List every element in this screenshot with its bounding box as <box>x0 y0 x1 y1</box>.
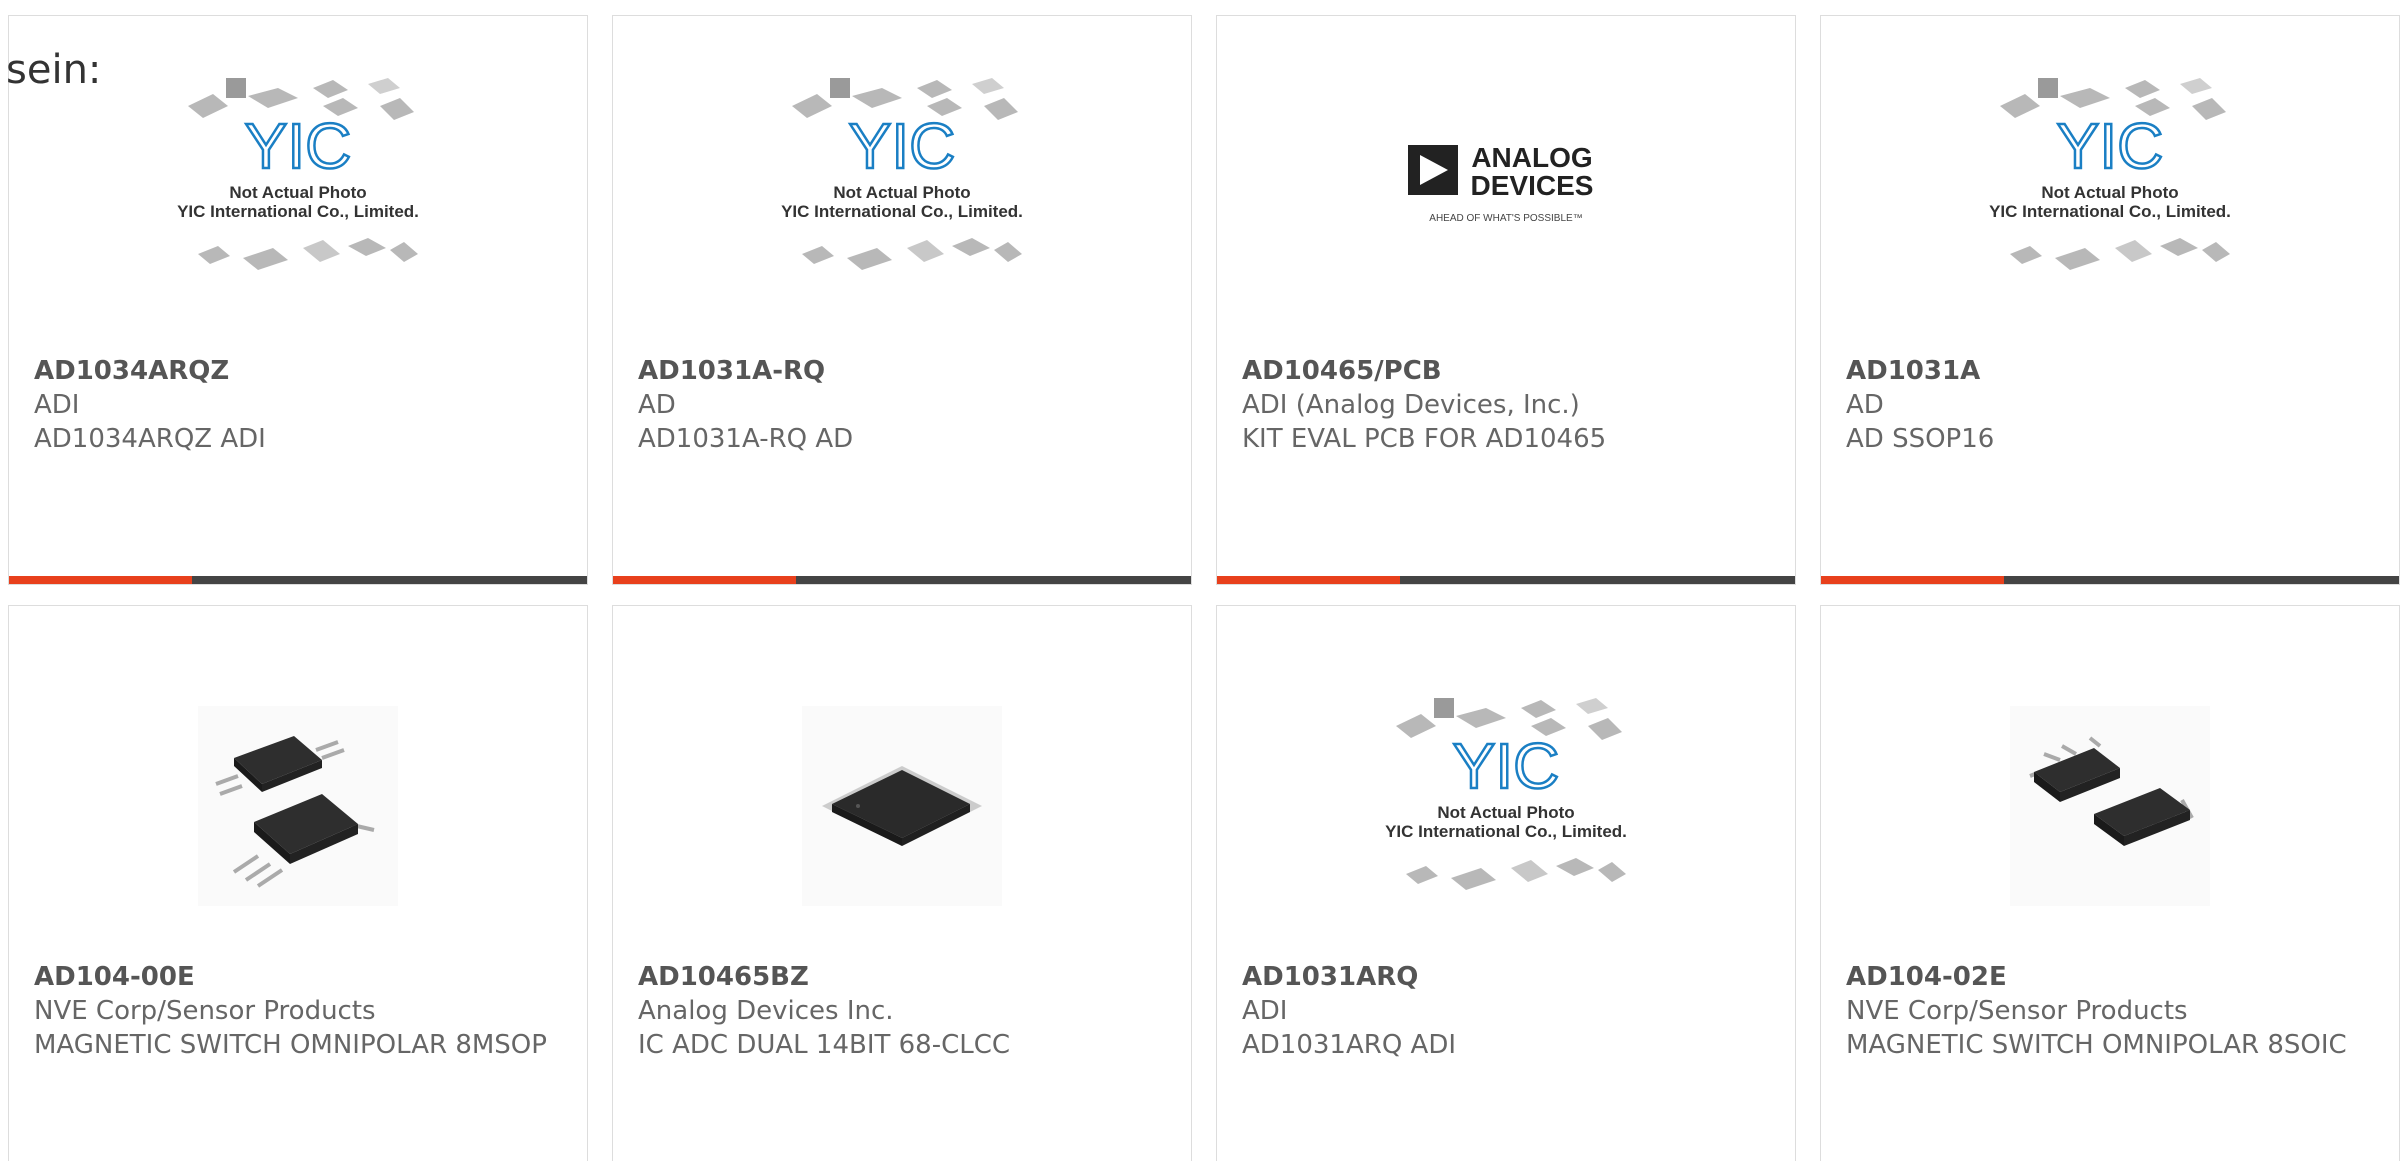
svg-text:YIC International Co., Limited: YIC International Co., Limited. <box>781 202 1023 221</box>
svg-text:Not Actual Photo: Not Actual Photo <box>833 183 970 202</box>
product-card[interactable]: AD10465BZ Analog Devices Inc. IC ADC DUA… <box>612 605 1192 1161</box>
svg-text:YIC International Co., Limited: YIC International Co., Limited. <box>1989 202 2231 221</box>
yic-placeholder-image: YIC Not Actual Photo YIC International C… <box>177 78 419 270</box>
svg-text:AHEAD OF WHAT'S POSSIBLE™: AHEAD OF WHAT'S POSSIBLE™ <box>1429 213 1582 224</box>
product-manufacturer: NVE Corp/Sensor Products <box>1846 996 2188 1026</box>
card-bottom-bar <box>1217 576 1795 584</box>
svg-text:DEVICES: DEVICES <box>1471 170 1594 201</box>
svg-text:YIC: YIC <box>849 110 956 182</box>
product-image[interactable] <box>9 656 587 956</box>
product-info: AD1031A AD AD SSOP16 <box>1846 354 2379 456</box>
product-description: MAGNETIC SWITCH OMNIPOLAR 8SOIC <box>1846 1030 2347 1060</box>
product-part-number[interactable]: AD104-00E <box>34 960 567 994</box>
product-description: KIT EVAL PCB FOR AD10465 <box>1242 424 1607 454</box>
product-grid: YIC Not Actual Photo YIC International C… <box>8 15 2400 1161</box>
svg-text:YIC: YIC <box>2057 110 2164 182</box>
product-part-number[interactable]: AD10465/PCB <box>1242 354 1775 388</box>
product-manufacturer: ADI <box>1242 996 1288 1026</box>
card-bar-accent <box>1821 576 2004 584</box>
product-info: AD1034ARQZ ADI AD1034ARQZ ADI <box>34 354 567 456</box>
yic-placeholder-image: YIC Not Actual Photo YIC International C… <box>1385 698 1627 890</box>
svg-text:YIC International Co., Limited: YIC International Co., Limited. <box>1385 822 1627 841</box>
product-description: AD1031A-RQ AD <box>638 424 854 454</box>
product-card[interactable]: AD104-00E NVE Corp/Sensor Products MAGNE… <box>8 605 588 1161</box>
qfp-chip-image <box>802 706 1002 906</box>
card-bar-accent <box>9 576 192 584</box>
product-info: AD10465/PCB ADI (Analog Devices, Inc.) K… <box>1242 354 1775 456</box>
product-manufacturer: AD <box>638 390 676 420</box>
product-part-number[interactable]: AD1031A <box>1846 354 2379 388</box>
svg-text:ANALOG: ANALOG <box>1471 142 1592 173</box>
product-info: AD10465BZ Analog Devices Inc. IC ADC DUA… <box>638 960 1171 1062</box>
product-manufacturer: NVE Corp/Sensor Products <box>34 996 376 1026</box>
product-part-number[interactable]: AD1031A-RQ <box>638 354 1171 388</box>
product-image[interactable] <box>1821 656 2399 956</box>
product-manufacturer: ADI (Analog Devices, Inc.) <box>1242 390 1580 420</box>
lead-text: sein: <box>6 47 102 93</box>
analog-devices-logo: ANALOG DEVICES AHEAD OF WHAT'S POSSIBLE™ <box>1408 142 1594 224</box>
product-description: AD SSOP16 <box>1846 424 1995 454</box>
card-bar-accent <box>1217 576 1400 584</box>
product-description: AD1031ARQ ADI <box>1242 1030 1457 1060</box>
product-card[interactable]: YIC Not Actual Photo YIC International C… <box>1820 15 2400 585</box>
msop-chip-image <box>198 706 398 906</box>
product-image[interactable] <box>613 656 1191 956</box>
soic-chip-image <box>2010 706 2210 906</box>
product-info: AD1031ARQ ADI AD1031ARQ ADI <box>1242 960 1775 1062</box>
product-part-number[interactable]: AD104-02E <box>1846 960 2379 994</box>
product-image[interactable]: YIC Not Actual Photo YIC International C… <box>613 16 1191 356</box>
product-description: MAGNETIC SWITCH OMNIPOLAR 8MSOP <box>34 1030 547 1060</box>
product-manufacturer: AD <box>1846 390 1884 420</box>
product-part-number[interactable]: AD10465BZ <box>638 960 1171 994</box>
product-description: IC ADC DUAL 14BIT 68-CLCC <box>638 1030 1011 1060</box>
product-card[interactable]: ANALOG DEVICES AHEAD OF WHAT'S POSSIBLE™… <box>1216 15 1796 585</box>
product-part-number[interactable]: AD1034ARQZ <box>34 354 567 388</box>
product-card[interactable]: YIC Not Actual Photo YIC International C… <box>8 15 588 585</box>
svg-text:YIC: YIC <box>245 110 352 182</box>
product-part-number[interactable]: AD1031ARQ <box>1242 960 1775 994</box>
product-manufacturer: ADI <box>34 390 80 420</box>
svg-text:Not Actual Photo: Not Actual Photo <box>229 183 366 202</box>
product-image[interactable]: YIC Not Actual Photo YIC International C… <box>1821 16 2399 356</box>
product-image[interactable]: ANALOG DEVICES AHEAD OF WHAT'S POSSIBLE™ <box>1217 16 1795 356</box>
product-manufacturer: Analog Devices Inc. <box>638 996 894 1026</box>
product-listing-page: YIC Not Actual Photo YIC International C… <box>0 0 2400 1161</box>
card-bar-accent <box>613 576 796 584</box>
product-info: AD104-00E NVE Corp/Sensor Products MAGNE… <box>34 960 567 1062</box>
product-info: AD104-02E NVE Corp/Sensor Products MAGNE… <box>1846 960 2379 1062</box>
card-bottom-bar <box>9 576 587 584</box>
product-image[interactable]: YIC Not Actual Photo YIC International C… <box>1217 656 1795 956</box>
svg-text:YIC: YIC <box>1453 730 1560 802</box>
svg-text:Not Actual Photo: Not Actual Photo <box>1437 803 1574 822</box>
product-card[interactable]: YIC Not Actual Photo YIC International C… <box>612 15 1192 585</box>
product-info: AD1031A-RQ AD AD1031A-RQ AD <box>638 354 1171 456</box>
card-bottom-bar <box>1821 576 2399 584</box>
product-description: AD1034ARQZ ADI <box>34 424 266 454</box>
svg-text:Not Actual Photo: Not Actual Photo <box>2041 183 2178 202</box>
product-card[interactable]: YIC Not Actual Photo YIC International C… <box>1216 605 1796 1161</box>
svg-text:YIC International Co., Limited: YIC International Co., Limited. <box>177 202 419 221</box>
yic-placeholder-image: YIC Not Actual Photo YIC International C… <box>781 78 1023 270</box>
yic-placeholder-image: YIC Not Actual Photo YIC International C… <box>1989 78 2231 270</box>
card-bottom-bar <box>613 576 1191 584</box>
product-card[interactable]: AD104-02E NVE Corp/Sensor Products MAGNE… <box>1820 605 2400 1161</box>
